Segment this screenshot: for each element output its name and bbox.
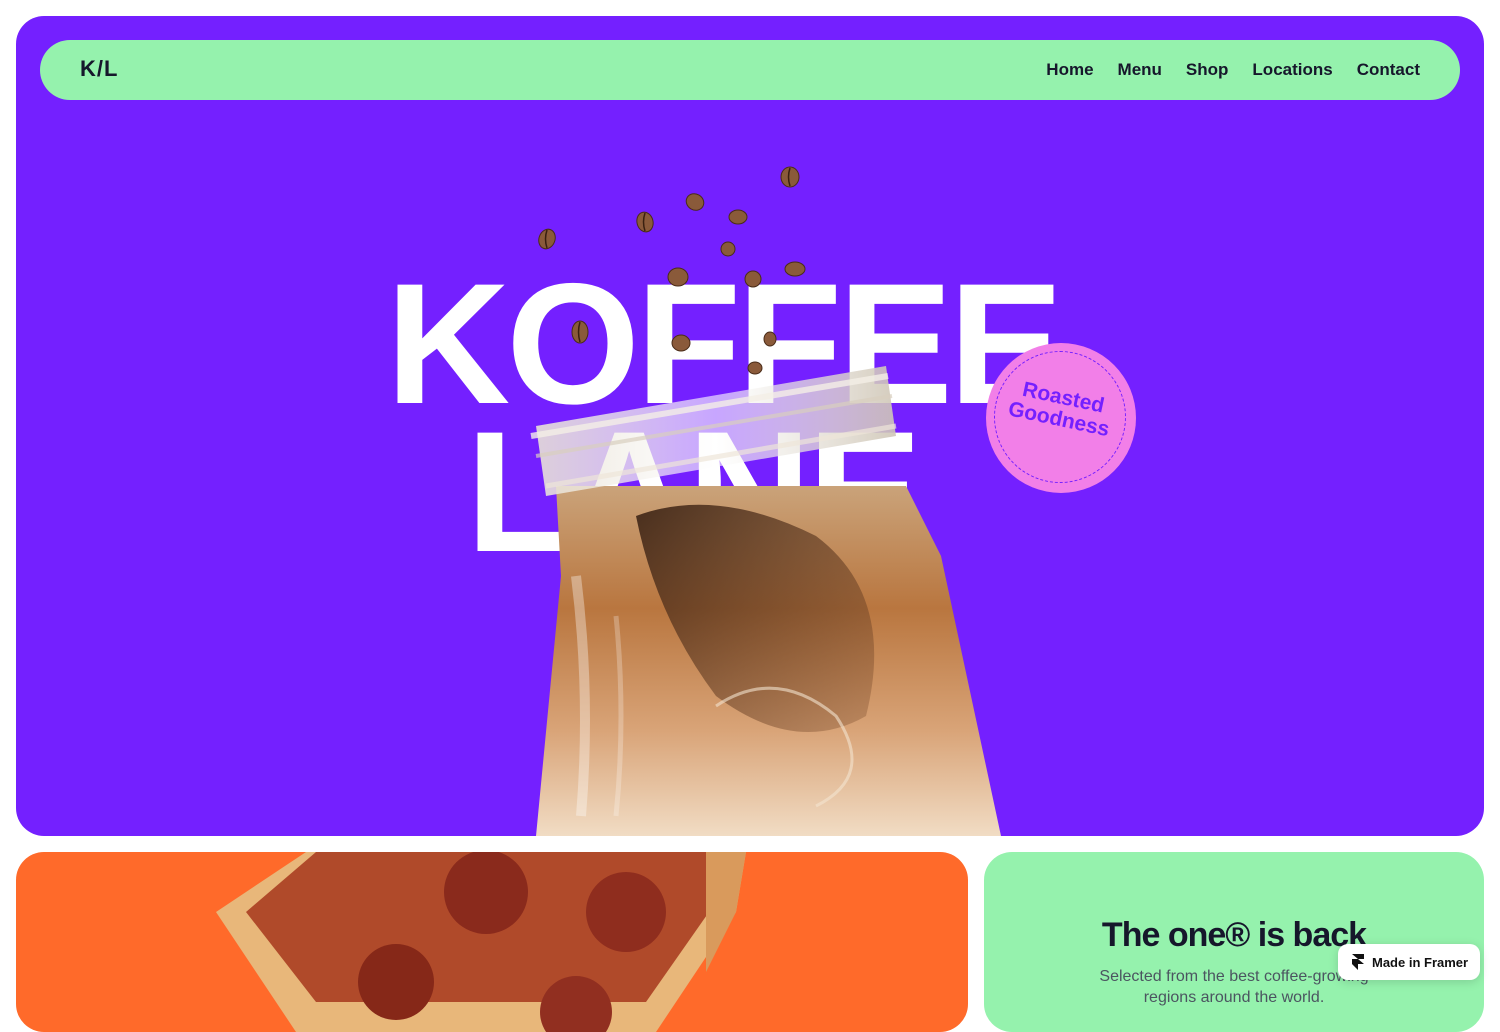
framer-badge-label: Made in Framer bbox=[1372, 954, 1469, 970]
nav-link-menu[interactable]: Menu bbox=[1118, 60, 1162, 80]
roasted-goodness-badge: Roasted Goodness bbox=[986, 343, 1136, 493]
brand-logo[interactable]: K/L bbox=[80, 56, 118, 82]
pizza-slice-image bbox=[216, 852, 746, 1032]
iced-coffee-jar-image bbox=[530, 366, 1001, 836]
pizza-card[interactable] bbox=[16, 852, 968, 1032]
top-navbar: K/L Home Menu Shop Locations Contact bbox=[40, 40, 1460, 100]
nav-link-contact[interactable]: Contact bbox=[1357, 60, 1420, 80]
made-in-framer-badge[interactable]: Made in Framer bbox=[1338, 944, 1480, 980]
nav-link-shop[interactable]: Shop bbox=[1186, 60, 1229, 80]
promo-card: The one® is back Selected from the best … bbox=[984, 852, 1484, 1032]
nav-links: Home Menu Shop Locations Contact bbox=[1046, 40, 1420, 100]
nav-link-locations[interactable]: Locations bbox=[1252, 60, 1332, 80]
hero-section: KOFFEE LANE bbox=[16, 16, 1484, 836]
framer-icon bbox=[1352, 954, 1364, 970]
nav-link-home[interactable]: Home bbox=[1046, 60, 1093, 80]
